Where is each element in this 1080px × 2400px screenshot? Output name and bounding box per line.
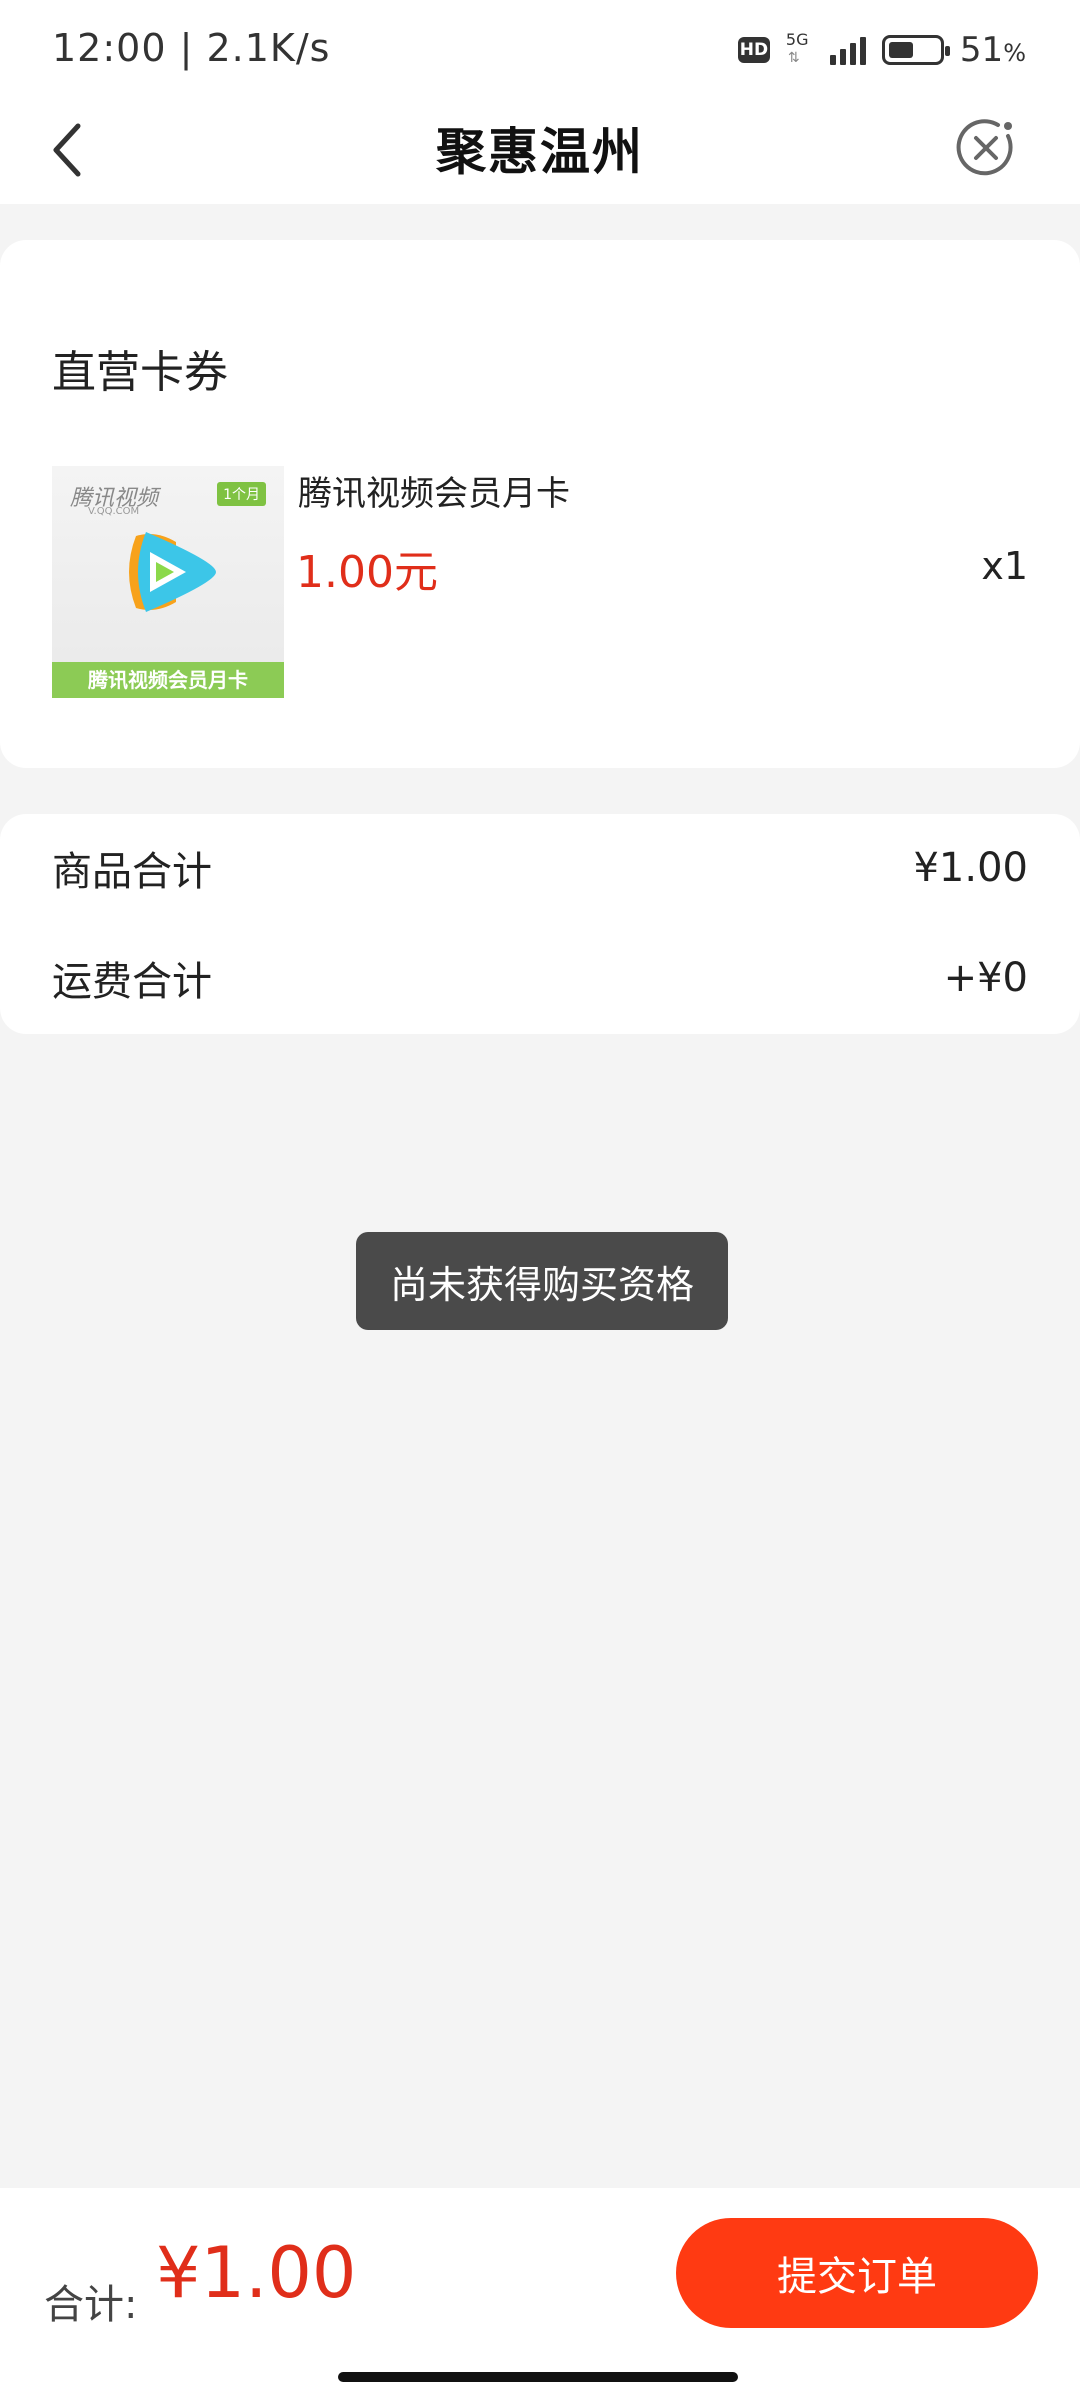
status-icons: HD 5G ⇅ 51% — [737, 28, 1026, 72]
goods-total-row: 商品合计 ¥1.00 — [52, 838, 1028, 898]
image-sub-text: V.QQ.COM — [88, 506, 140, 517]
nav-bar: 聚惠温州 — [0, 92, 1080, 204]
signal-icon — [829, 35, 866, 65]
section-title: 直营卡券 — [52, 347, 228, 398]
shipping-total-value: +¥0 — [943, 955, 1028, 1001]
total-label: 合计: — [44, 2282, 138, 2328]
product-quantity: x1 — [981, 544, 1028, 588]
product-name: 腾讯视频会员月卡 — [298, 474, 570, 514]
close-button[interactable] — [946, 108, 1026, 188]
network-type-label: 5G — [785, 30, 809, 49]
goods-total-value: ¥1.00 — [913, 845, 1028, 891]
goods-card: 直营卡券 腾讯视频 V.QQ.COM 1个月 腾讯视频会员月卡 腾讯视频会员月卡… — [0, 240, 1080, 768]
battery-icon — [881, 35, 950, 65]
home-indicator[interactable] — [338, 2372, 738, 2382]
battery-percent: 51% — [959, 30, 1026, 70]
summary-card: 商品合计 ¥1.00 运费合计 +¥0 — [0, 814, 1080, 1034]
product-price: 1.00元 — [296, 547, 438, 598]
image-duration-badge: 1个月 — [217, 482, 266, 506]
close-icon — [956, 119, 1013, 176]
toast-message: 尚未获得购买资格 — [356, 1232, 728, 1330]
status-bar: 12:00 | 2.1K/s HD 5G ⇅ 51% — [0, 0, 1080, 92]
shipping-total-label: 运费合计 — [52, 959, 212, 1005]
total-value: ¥1.00 — [156, 2232, 357, 2314]
submit-order-button[interactable]: 提交订单 — [676, 2218, 1038, 2328]
bottom-bar: 合计: ¥1.00 提交订单 — [0, 2188, 1080, 2400]
shipping-total-row: 运费合计 +¥0 — [52, 948, 1028, 1008]
product-image[interactable]: 腾讯视频 V.QQ.COM 1个月 腾讯视频会员月卡 — [52, 466, 284, 698]
network-type-icon: 5G ⇅ — [786, 30, 814, 70]
tencent-video-logo-icon — [129, 532, 216, 612]
page-title: 聚惠温州 — [436, 123, 644, 181]
image-banner-text: 腾讯视频会员月卡 — [52, 662, 284, 698]
hd-icon: HD — [737, 37, 770, 63]
status-time: 12:00 | 2.1K/s — [52, 26, 331, 70]
goods-total-label: 商品合计 — [52, 849, 212, 895]
data-arrows-icon: ⇅ — [787, 50, 800, 66]
